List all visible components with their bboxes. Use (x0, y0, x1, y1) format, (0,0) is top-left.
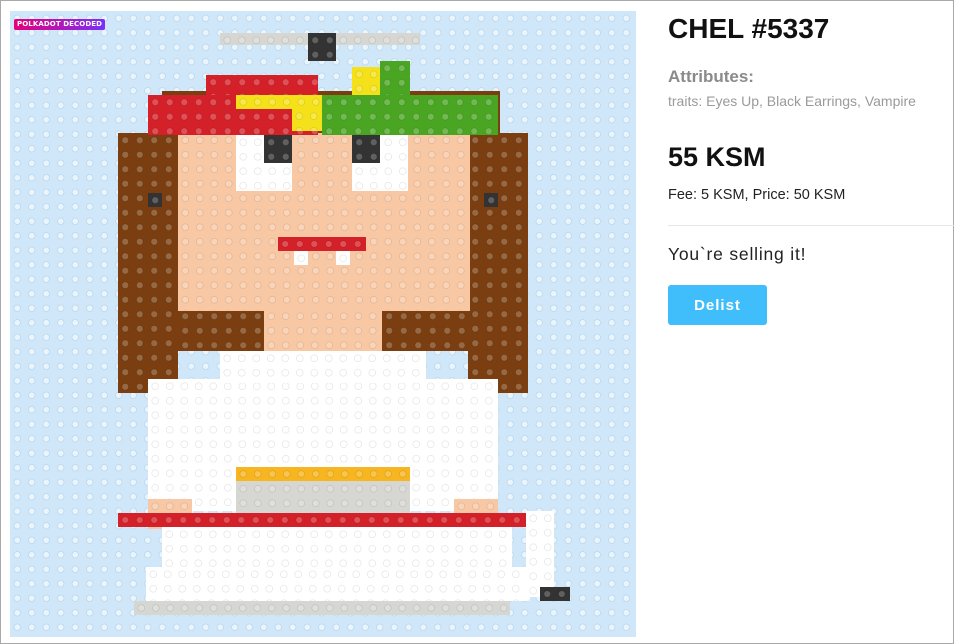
brick-cap-yellow-peak (352, 67, 382, 97)
brick-robe-bottom (146, 567, 530, 601)
brick-face (178, 133, 470, 311)
price-total: 55 KSM (668, 142, 766, 172)
brick-earring-right (484, 193, 498, 207)
sale-status: You`re selling it! (668, 244, 807, 264)
brick-mouth (278, 237, 366, 251)
brick-staff-tip (540, 587, 570, 601)
brick-cap-green-peak (380, 61, 410, 97)
window-frame: POLKADOT DECODED CHEL #5337 Attributes: … (0, 0, 954, 644)
brick-staff (526, 511, 554, 597)
brick-pupil-right (352, 135, 380, 163)
brick-sash (118, 513, 528, 527)
brick-propeller (308, 33, 336, 61)
attributes-traits: traits: Eyes Up, Black Earrings, Vampire (668, 93, 916, 109)
brick-hair-left (118, 133, 178, 393)
divider (668, 225, 954, 226)
brick-cap-red-top (206, 75, 318, 95)
watermark-logo: POLKADOT DECODED (14, 19, 106, 30)
brick-hair-lower-left (178, 309, 264, 351)
nft-title: CHEL #5337 (668, 13, 830, 44)
delist-button[interactable]: Delist (668, 285, 767, 325)
fee-price-breakdown: Fee: 5 KSM, Price: 50 KSM (668, 187, 846, 203)
brick-cap-green (322, 95, 498, 135)
brick-robe-collar (220, 351, 426, 383)
brick-fang-right (336, 251, 350, 265)
brick-fang-left (294, 251, 308, 265)
brick-hair-right (468, 133, 528, 393)
brick-robe-hem (162, 527, 512, 567)
brick-hair-lower-right (382, 309, 468, 351)
brick-earring-left (148, 193, 162, 207)
nft-image: POLKADOT DECODED (10, 11, 636, 637)
brick-belt (236, 467, 410, 481)
brick-pupil-left (264, 135, 292, 163)
attributes-heading: Attributes: (668, 67, 754, 86)
brick-ground (134, 601, 510, 615)
